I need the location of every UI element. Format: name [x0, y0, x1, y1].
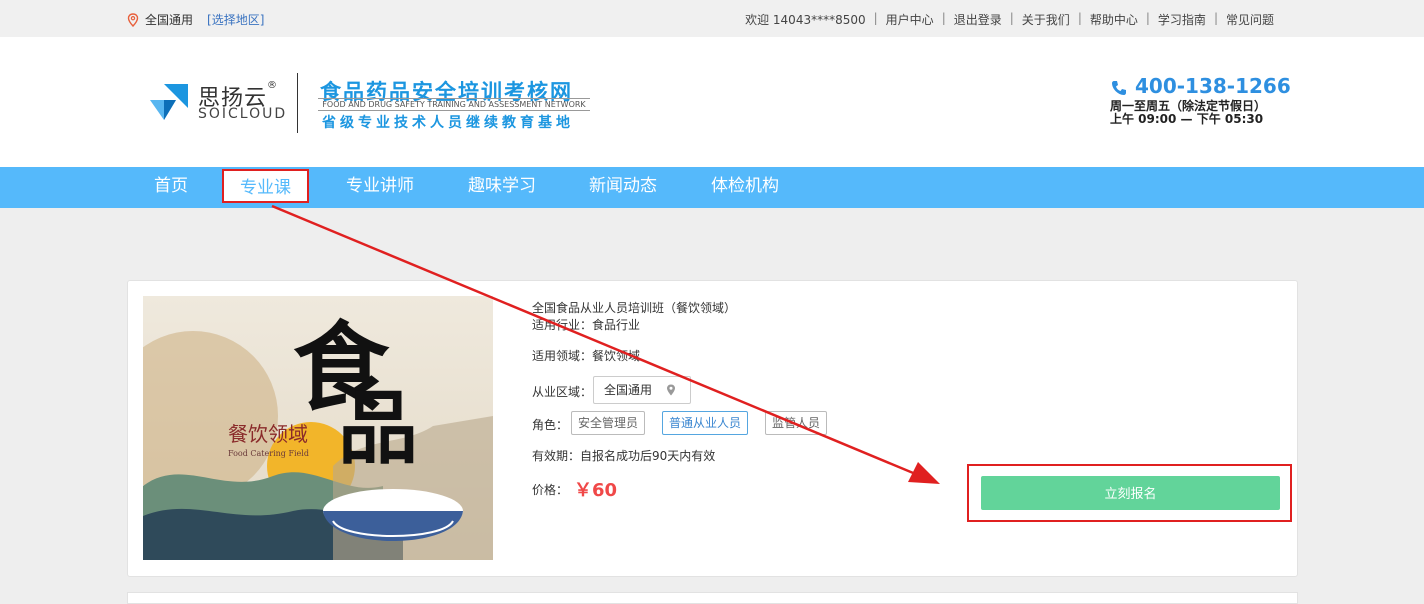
- course-title[interactable]: 全国食品从业人员培训班（餐饮领域）: [532, 299, 736, 316]
- hotline-number: 400-138-1266: [1135, 74, 1291, 98]
- region-pin-icon: [667, 384, 675, 396]
- site-english-title: FOOD AND DRUG SAFETY TRAINING AND ASSESS…: [318, 98, 590, 111]
- signup-button[interactable]: 立刻报名: [981, 476, 1280, 510]
- role-option-general-worker[interactable]: 普通从业人员: [662, 411, 749, 435]
- welcome-text: 欢迎 14043****8500: [745, 13, 866, 27]
- course-cover-image[interactable]: 食 品 餐饮领域 Food Catering Field: [143, 296, 493, 560]
- role-label: 角色：: [532, 418, 569, 432]
- nav-home[interactable]: 首页: [140, 167, 202, 208]
- top-bar: 全国通用 [选择地区] 欢迎 14043****8500 | 用户中心 | 退出…: [0, 0, 1424, 37]
- service-hours: 上午 09:00 — 下午 05:30: [1110, 112, 1264, 126]
- select-region-link[interactable]: [选择地区]: [207, 11, 264, 28]
- validity-text: 有效期：自报名成功后90天内有效: [532, 449, 716, 463]
- logo-divider: [297, 73, 298, 133]
- role-option-supervisor[interactable]: 监管人员: [765, 411, 828, 435]
- faq-link[interactable]: 常见问题: [1226, 11, 1274, 28]
- site-subtitle: 省级专业技术人员继续教育基地: [322, 115, 574, 131]
- phone-icon: [1112, 81, 1126, 95]
- role-option-safety-manager[interactable]: 安全管理员: [571, 411, 646, 435]
- price-label: 价格：: [532, 483, 569, 497]
- soicloud-logo-icon[interactable]: [150, 82, 190, 122]
- guide-link[interactable]: 学习指南: [1158, 11, 1206, 28]
- nav-professional-courses[interactable]: 专业课: [222, 169, 309, 203]
- current-location: 全国通用: [145, 13, 194, 27]
- cover-caption-cn: 餐饮领域: [228, 422, 308, 446]
- user-center-link[interactable]: 用户中心: [886, 11, 934, 28]
- nav-news[interactable]: 新闻动态: [573, 167, 673, 208]
- cover-caption-en: Food Catering Field: [228, 449, 309, 458]
- region-selector[interactable]: 全国通用: [593, 376, 691, 404]
- logo-english: SOICLOUD: [198, 106, 288, 122]
- location-area: 全国通用 [选择地区]: [127, 11, 264, 28]
- nav-fun-learning[interactable]: 趣味学习: [452, 167, 552, 208]
- cover-char-product: 品: [338, 381, 418, 475]
- main-nav: 首页 专业课 专业讲师 趣味学习 新闻动态 体检机构: [0, 167, 1424, 208]
- logout-link[interactable]: 退出登录: [954, 11, 1002, 28]
- field-row: 适用领域：餐饮领域: [532, 349, 641, 363]
- about-link[interactable]: 关于我们: [1022, 11, 1070, 28]
- help-link[interactable]: 帮助中心: [1090, 11, 1138, 28]
- nav-medical-institutions[interactable]: 体检机构: [695, 167, 795, 208]
- location-pin-icon: [127, 12, 139, 27]
- nav-lecturers[interactable]: 专业讲师: [330, 167, 430, 208]
- price-value: ￥60: [574, 480, 618, 501]
- top-links: 欢迎 14043****8500 | 用户中心 | 退出登录 | 关于我们 | …: [745, 11, 1274, 28]
- industry-row: 适用行业：食品行业: [532, 318, 641, 332]
- region-label: 从业区域：: [532, 385, 593, 399]
- next-course-card: [127, 592, 1298, 604]
